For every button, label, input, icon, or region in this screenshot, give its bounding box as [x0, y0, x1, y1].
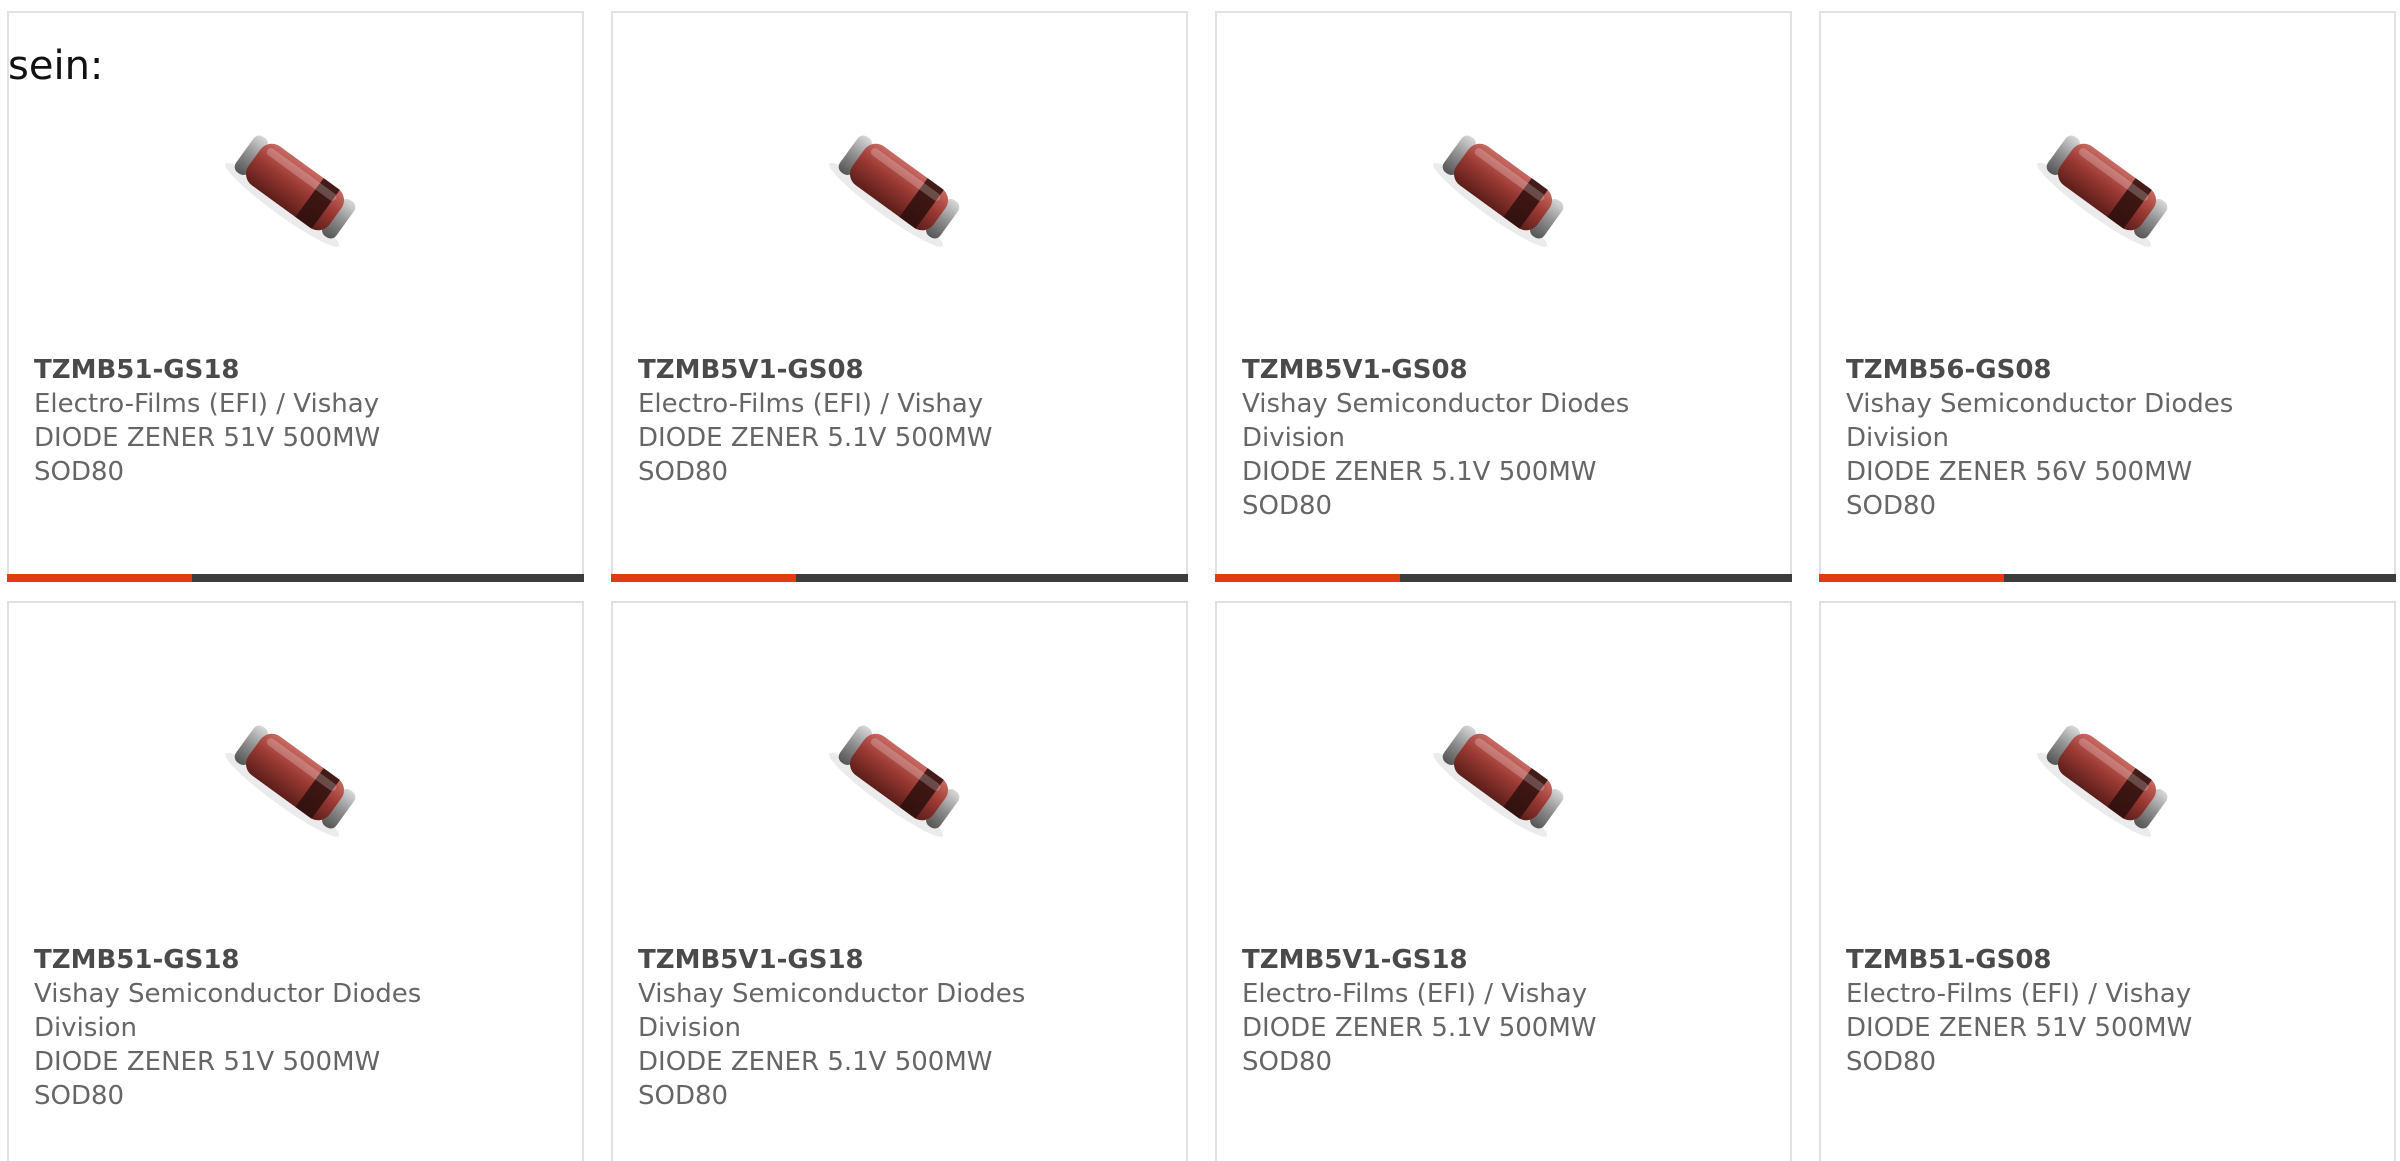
card-progress-bar: [1819, 574, 2396, 582]
product-info: TZMB5V1-GS18 Electro-Films (EFI) / Visha…: [1242, 943, 1672, 1079]
product-info: TZMB51-GS08 Electro-Films (EFI) / Vishay…: [1846, 943, 2276, 1079]
package: SOD80: [638, 457, 729, 487]
part-number[interactable]: TZMB5V1-GS08: [1242, 353, 1672, 387]
intro-text: sein:: [8, 43, 104, 89]
part-number[interactable]: TZMB5V1-GS08: [638, 353, 1068, 387]
diode-image: [823, 126, 970, 255]
package: SOD80: [638, 1081, 729, 1111]
description: DIODE ZENER 51V 500MW: [34, 1047, 381, 1077]
manufacturer: Vishay Semiconductor Diodes Division: [638, 979, 1026, 1043]
product-info: TZMB51-GS18 Vishay Semiconductor Diodes …: [34, 943, 464, 1113]
package: SOD80: [1846, 491, 1937, 521]
manufacturer: Vishay Semiconductor Diodes Division: [34, 979, 422, 1043]
progress-accent: [611, 574, 796, 582]
part-number[interactable]: TZMB5V1-GS18: [638, 943, 1068, 977]
card-progress-bar: [1215, 574, 1792, 582]
product-card[interactable]: TZMB5V1-GS08 Electro-Films (EFI) / Visha…: [611, 11, 1188, 582]
product-card[interactable]: TZMB51-GS18 Electro-Films (EFI) / Vishay…: [7, 11, 584, 582]
package: SOD80: [1846, 1047, 1937, 1077]
product-card[interactable]: TZMB51-GS18 Vishay Semiconductor Diodes …: [7, 601, 584, 1161]
diode-image: [2031, 126, 2178, 255]
card-progress-bar: [611, 574, 1188, 582]
part-number[interactable]: TZMB56-GS08: [1846, 353, 2276, 387]
diode-image: [1427, 126, 1574, 255]
part-number[interactable]: TZMB5V1-GS18: [1242, 943, 1672, 977]
description: DIODE ZENER 5.1V 500MW: [1242, 1013, 1597, 1043]
diode-image: [2031, 716, 2178, 845]
manufacturer: Vishay Semiconductor Diodes Division: [1846, 389, 2234, 453]
page: sein: TZMB51-GS18 Electro-Films (EFI) / …: [0, 0, 2400, 1161]
product-card[interactable]: TZMB56-GS08 Vishay Semiconductor Diodes …: [1819, 11, 2396, 582]
product-info: TZMB5V1-GS18 Vishay Semiconductor Diodes…: [638, 943, 1068, 1113]
progress-accent: [1819, 574, 2004, 582]
progress-accent: [1215, 574, 1400, 582]
diode-image: [219, 716, 366, 845]
product-card[interactable]: TZMB5V1-GS18 Electro-Films (EFI) / Visha…: [1215, 601, 1792, 1161]
manufacturer: Electro-Films (EFI) / Vishay: [638, 389, 984, 419]
diode-image: [1427, 716, 1574, 845]
part-number[interactable]: TZMB51-GS08: [1846, 943, 2276, 977]
manufacturer: Electro-Films (EFI) / Vishay: [34, 389, 380, 419]
part-number[interactable]: TZMB51-GS18: [34, 943, 464, 977]
manufacturer: Electro-Films (EFI) / Vishay: [1846, 979, 2192, 1009]
package: SOD80: [1242, 1047, 1333, 1077]
card-progress-bar: [7, 574, 584, 582]
product-info: TZMB51-GS18 Electro-Films (EFI) / Vishay…: [34, 353, 464, 489]
part-number[interactable]: TZMB51-GS18: [34, 353, 464, 387]
diode-image: [219, 126, 366, 255]
product-card[interactable]: TZMB5V1-GS08 Vishay Semiconductor Diodes…: [1215, 11, 1792, 582]
description: DIODE ZENER 5.1V 500MW: [1242, 457, 1597, 487]
package: SOD80: [34, 457, 125, 487]
description: DIODE ZENER 51V 500MW: [1846, 1013, 2193, 1043]
manufacturer: Electro-Films (EFI) / Vishay: [1242, 979, 1588, 1009]
product-info: TZMB5V1-GS08 Electro-Films (EFI) / Visha…: [638, 353, 1068, 489]
description: DIODE ZENER 5.1V 500MW: [638, 423, 993, 453]
product-card[interactable]: TZMB5V1-GS18 Vishay Semiconductor Diodes…: [611, 601, 1188, 1161]
description: DIODE ZENER 51V 500MW: [34, 423, 381, 453]
description: DIODE ZENER 56V 500MW: [1846, 457, 2193, 487]
description: DIODE ZENER 5.1V 500MW: [638, 1047, 993, 1077]
package: SOD80: [34, 1081, 125, 1111]
product-info: TZMB56-GS08 Vishay Semiconductor Diodes …: [1846, 353, 2276, 523]
product-card[interactable]: TZMB51-GS08 Electro-Films (EFI) / Vishay…: [1819, 601, 2396, 1161]
manufacturer: Vishay Semiconductor Diodes Division: [1242, 389, 1630, 453]
product-info: TZMB5V1-GS08 Vishay Semiconductor Diodes…: [1242, 353, 1672, 523]
diode-image: [823, 716, 970, 845]
package: SOD80: [1242, 491, 1333, 521]
progress-accent: [7, 574, 192, 582]
